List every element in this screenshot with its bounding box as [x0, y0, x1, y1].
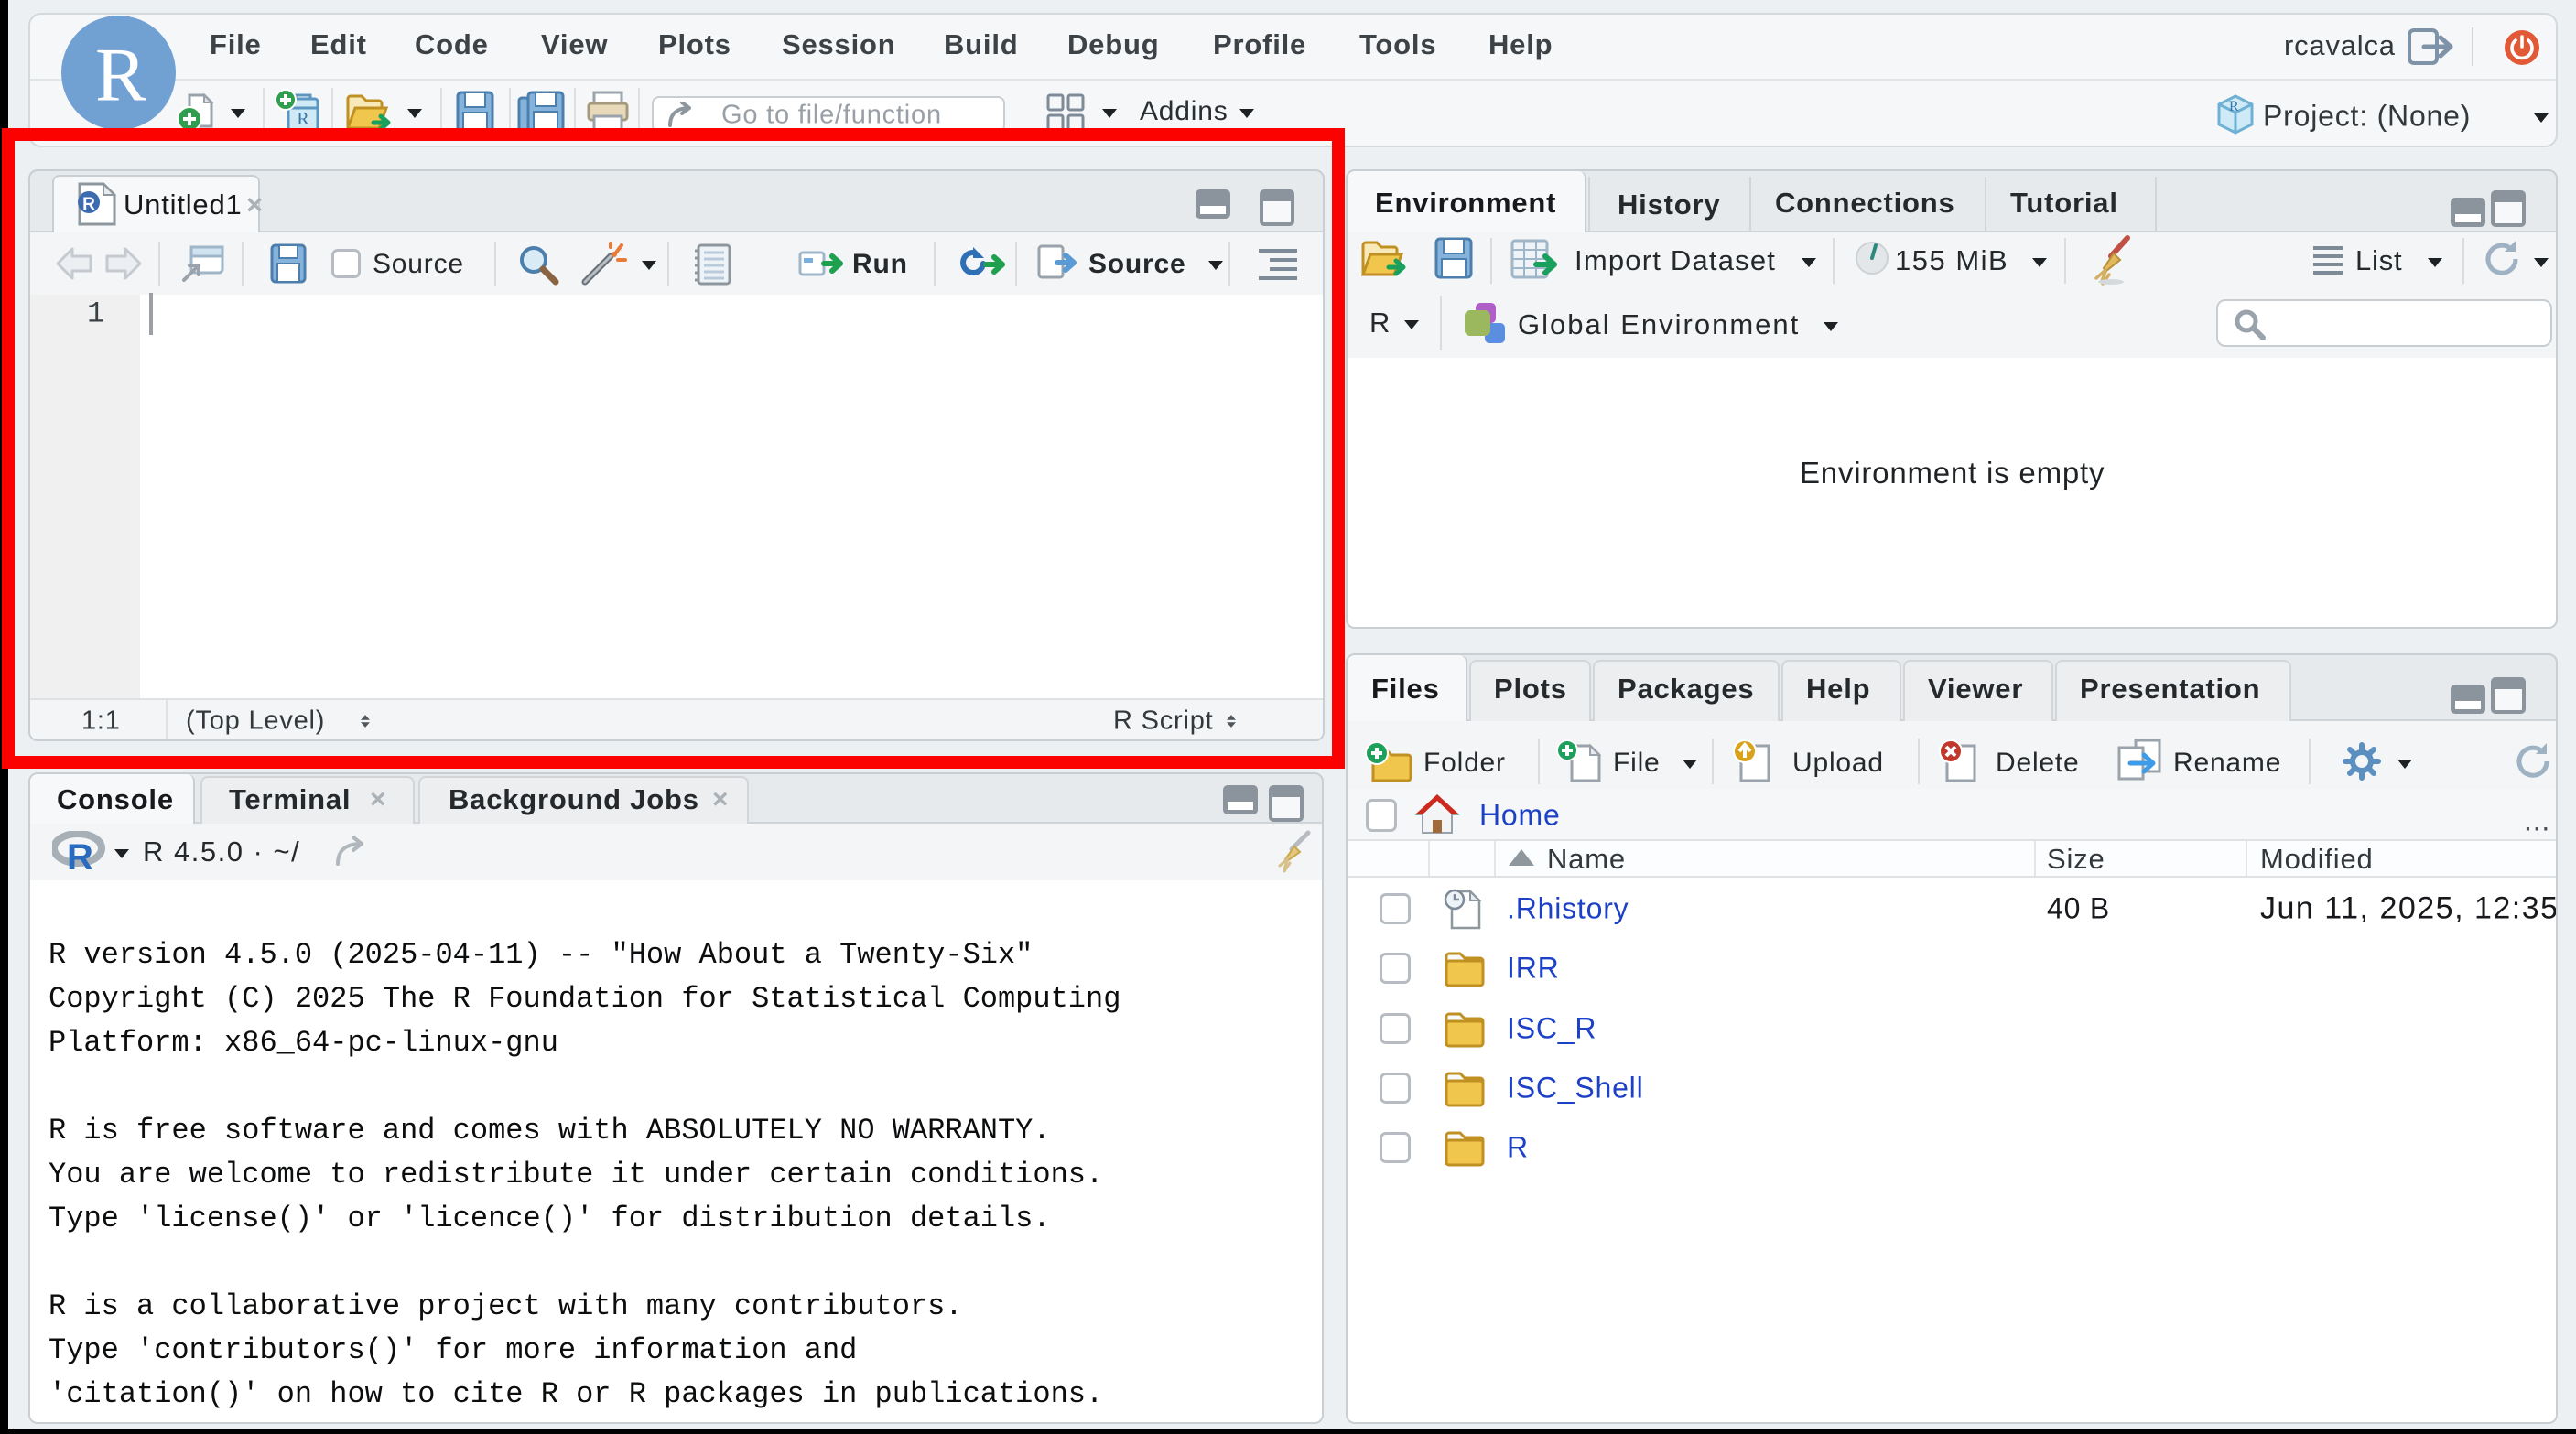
svg-text:R: R: [297, 109, 309, 129]
svg-text:R: R: [67, 837, 93, 873]
svg-text:R: R: [2229, 99, 2239, 114]
